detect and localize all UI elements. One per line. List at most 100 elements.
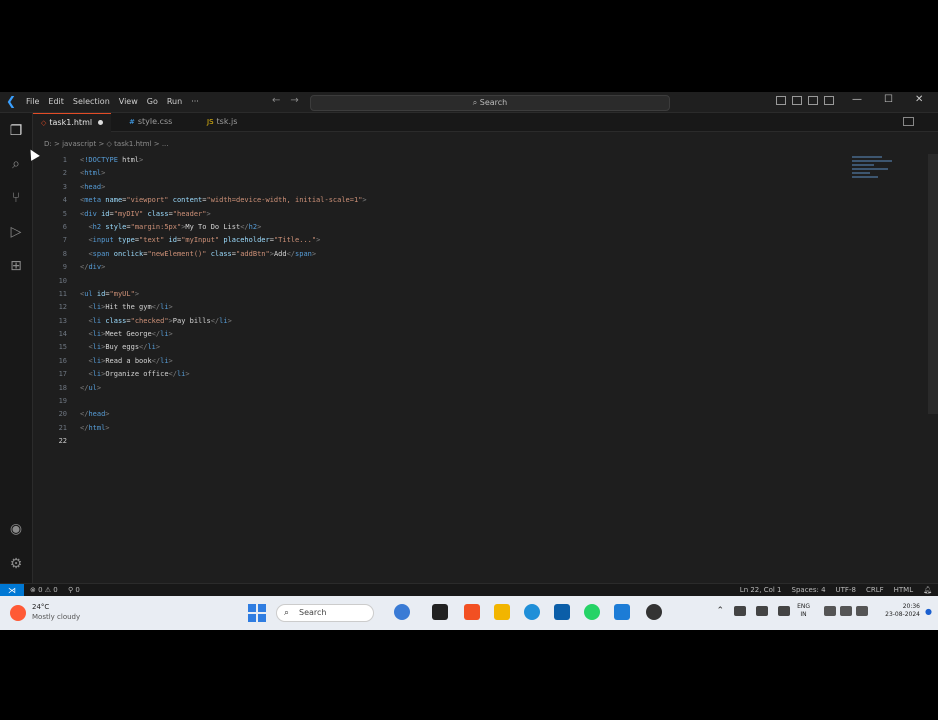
- css-file-icon: #: [129, 118, 135, 126]
- show-hidden-icons-icon[interactable]: ⌃: [716, 606, 724, 616]
- vscode-logo-icon: ❮: [6, 94, 17, 108]
- manage-gear-icon[interactable]: ⚙: [8, 556, 24, 572]
- code-line[interactable]: <meta name="viewport" content="width=dev…: [80, 194, 367, 207]
- account-icon[interactable]: ◉: [8, 521, 24, 537]
- line-number: 20: [58, 410, 67, 419]
- code-line[interactable]: [80, 435, 367, 448]
- breadcrumb[interactable]: D: > javascript > ◇ task1.html > ...: [44, 140, 169, 148]
- forward-arrow-icon[interactable]: →: [290, 95, 298, 106]
- file-explorer-icon[interactable]: [494, 604, 510, 620]
- explorer-icon[interactable]: ❐: [8, 123, 24, 139]
- task-view-icon[interactable]: [432, 604, 448, 620]
- back-arrow-icon[interactable]: ←: [272, 95, 280, 106]
- tab-tsk-js[interactable]: JS tsk.js: [199, 113, 245, 131]
- code-line[interactable]: </div>: [80, 261, 367, 274]
- close-icon[interactable]: ✕: [915, 94, 923, 105]
- windows-start-icon[interactable]: [248, 604, 266, 622]
- code-line[interactable]: <div id="myDIV" class="header">: [80, 208, 367, 221]
- battery-icon[interactable]: [856, 606, 868, 616]
- command-center-search[interactable]: ⌕ Search: [310, 95, 670, 111]
- source-control-icon[interactable]: ⑂: [8, 190, 24, 206]
- code-line[interactable]: </ul>: [80, 382, 367, 395]
- system-clock[interactable]: 20:36 23-08-2024: [885, 603, 920, 619]
- search-icon: ⌕: [472, 98, 480, 107]
- line-number: 9: [62, 263, 67, 272]
- code-line[interactable]: <li>Read a book</li>: [80, 355, 367, 368]
- menu-run[interactable]: Run: [167, 96, 182, 108]
- minimap[interactable]: [852, 156, 894, 184]
- tray-app-icon[interactable]: [734, 606, 746, 616]
- code-text-area[interactable]: <!DOCTYPE html> <html> <head> <meta name="v…: [80, 154, 367, 449]
- code-line[interactable]: <li>Hit the gym</li>: [80, 301, 367, 314]
- taskbar-search[interactable]: ⌕ Search: [276, 604, 374, 622]
- toggle-primary-sidebar-icon[interactable]: [776, 96, 786, 105]
- store-icon[interactable]: [554, 604, 570, 620]
- line-number-gutter: 1 2 3 4 5 6 7 8 9 10 11 12 13 14 15 16 1…: [33, 154, 67, 449]
- code-line[interactable]: <ul id="myUL">: [80, 288, 367, 301]
- input-language[interactable]: ENG IN: [797, 603, 810, 619]
- code-line[interactable]: <li class="checked">Pay bills</li>: [80, 315, 367, 328]
- menu-file[interactable]: File: [26, 96, 39, 108]
- minimize-icon[interactable]: —: [852, 94, 862, 105]
- menu-bar: File Edit Selection View Go Run ···: [26, 96, 199, 108]
- line-number-current: 22: [58, 437, 67, 446]
- weather-icon: [10, 605, 26, 621]
- code-line[interactable]: </head>: [80, 408, 367, 421]
- tab-style-css[interactable]: # style.css: [121, 113, 180, 131]
- code-line[interactable]: <h2 style="margin:5px">My To Do List</h2…: [80, 221, 367, 234]
- problems-indicator[interactable]: ⊗ 0 ⚠ 0: [30, 586, 58, 594]
- line-number: 17: [58, 370, 67, 379]
- toggle-panel-icon[interactable]: [792, 96, 802, 105]
- run-debug-icon[interactable]: ▷: [8, 224, 24, 240]
- maximize-icon[interactable]: ☐: [884, 94, 893, 105]
- layout-controls: [776, 96, 834, 105]
- code-line[interactable]: <input type="text" id="myInput" placehol…: [80, 234, 367, 247]
- line-number: 11: [58, 289, 67, 298]
- weather-temperature: 24°C: [32, 603, 50, 611]
- code-line[interactable]: <li>Buy eggs</li>: [80, 341, 367, 354]
- ports-indicator[interactable]: ⚲ 0: [68, 586, 80, 594]
- line-number: 7: [62, 236, 67, 245]
- menu-edit[interactable]: Edit: [48, 96, 64, 108]
- customize-layout-icon[interactable]: [824, 96, 834, 105]
- menu-selection[interactable]: Selection: [73, 96, 110, 108]
- tab-label: task1.html: [49, 118, 93, 127]
- menu-more[interactable]: ···: [191, 96, 199, 108]
- menu-go[interactable]: Go: [147, 96, 158, 108]
- split-editor-icon[interactable]: [903, 117, 914, 126]
- weather-description: Mostly cloudy: [32, 613, 81, 621]
- code-line[interactable]: </html>: [80, 422, 367, 435]
- chrome-icon[interactable]: [464, 604, 480, 620]
- code-line[interactable]: <html>: [80, 167, 367, 180]
- toggle-secondary-sidebar-icon[interactable]: [808, 96, 818, 105]
- obs-icon[interactable]: [646, 604, 662, 620]
- edge-icon[interactable]: [524, 604, 540, 620]
- code-line[interactable]: [80, 395, 367, 408]
- navigation-arrows: ← →: [272, 95, 299, 106]
- code-line[interactable]: [80, 275, 367, 288]
- wifi-icon[interactable]: [824, 606, 836, 616]
- extensions-icon[interactable]: ⊞: [8, 258, 24, 274]
- tab-label: style.css: [137, 117, 173, 126]
- line-number: 10: [58, 276, 67, 285]
- line-number: 16: [58, 356, 67, 365]
- code-line[interactable]: <head>: [80, 181, 367, 194]
- menu-view[interactable]: View: [119, 96, 138, 108]
- vscode-taskbar-icon[interactable]: [614, 604, 630, 620]
- editor-scrollbar[interactable]: [928, 154, 938, 414]
- unsaved-dot-icon[interactable]: [98, 120, 104, 125]
- tray-app-icon[interactable]: [778, 606, 790, 616]
- code-line[interactable]: <li>Meet George</li>: [80, 328, 367, 341]
- search-view-icon[interactable]: ⌕: [8, 156, 24, 172]
- copilot-icon[interactable]: [394, 604, 410, 620]
- code-line[interactable]: <li>Organize office</li>: [80, 368, 367, 381]
- code-line[interactable]: <span onclick="newElement()" class="addB…: [80, 248, 367, 261]
- volume-icon[interactable]: [840, 606, 852, 616]
- tray-app-icon[interactable]: [756, 606, 768, 616]
- code-line[interactable]: <!DOCTYPE html>: [80, 154, 367, 167]
- tab-task1-html[interactable]: ◇ task1.html: [33, 113, 112, 132]
- whatsapp-icon[interactable]: [584, 604, 600, 620]
- windows-taskbar: 24°C Mostly cloudy ⌕ Search ⌃ ENG IN 20:…: [0, 596, 938, 630]
- code-editor[interactable]: 1 2 3 4 5 6 7 8 9 10 11 12 13 14 15 16 1…: [33, 154, 938, 586]
- notification-center-icon[interactable]: ●: [925, 607, 932, 616]
